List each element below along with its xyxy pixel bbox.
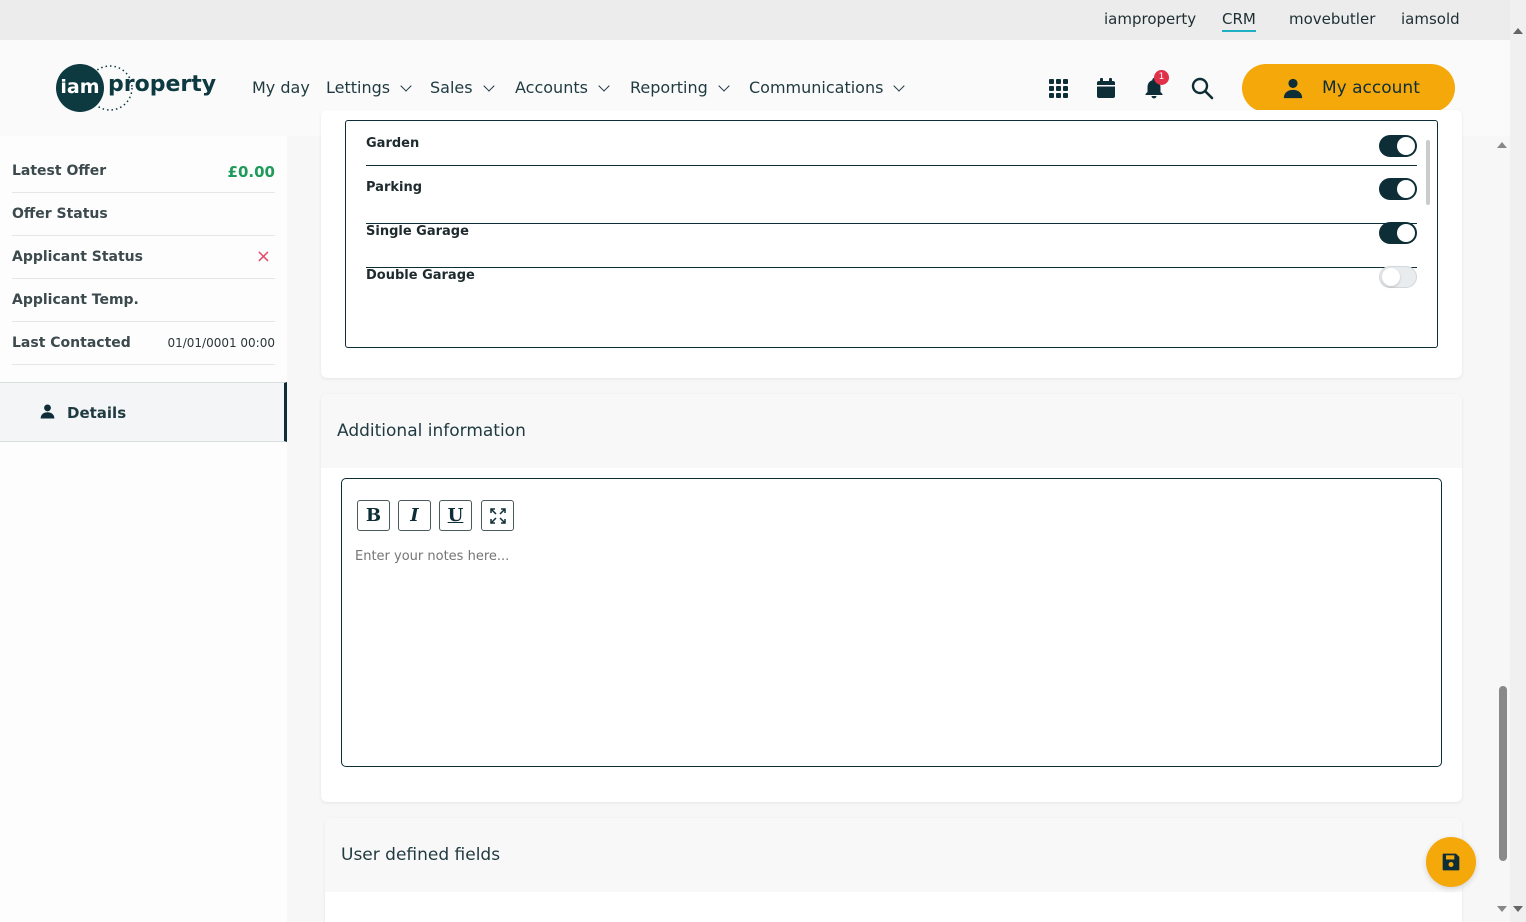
amenity-garden: Garden (366, 135, 1417, 166)
applicant-summary-panel: Latest Offer £0.00 Offer Status Applican… (0, 136, 287, 922)
expand-icon (489, 508, 506, 524)
floppy-disk-icon (1442, 853, 1460, 871)
user-defined-fields-title: User defined fields (341, 845, 501, 865)
double-garage-toggle[interactable] (1379, 266, 1417, 288)
top-link-bar: iamproperty CRM movebutler iamsold (0, 0, 1510, 40)
my-account-button[interactable]: My account (1242, 64, 1455, 112)
cross-icon: × (255, 246, 271, 267)
summary-row-last-contacted: Last Contacted 01/01/0001 00:00 (12, 322, 275, 365)
apps-grid-icon[interactable] (1046, 76, 1070, 100)
calendar-icon[interactable] (1094, 76, 1118, 100)
logo-mark: iam (56, 64, 104, 112)
nav-reporting[interactable]: Reporting (630, 78, 730, 97)
garden-toggle[interactable] (1379, 135, 1417, 157)
notes-editor: B I U (341, 478, 1442, 767)
save-button[interactable] (1426, 837, 1476, 887)
page-scrollbar-thumb[interactable] (1499, 686, 1507, 861)
sidebar-item-details[interactable]: Details (0, 382, 287, 442)
iamproperty-logo[interactable]: iam property (56, 64, 216, 114)
top-link-iamsold[interactable]: iamsold (1401, 10, 1460, 28)
chevron-down-icon (400, 80, 412, 92)
inner-scroll-down-arrow-icon[interactable] (1497, 906, 1507, 912)
italic-button[interactable]: I (398, 500, 431, 531)
single-garage-toggle[interactable] (1379, 222, 1417, 244)
amenity-double-garage: Double Garage (366, 266, 1417, 312)
user-icon (40, 404, 55, 419)
nav-my-day[interactable]: My day (252, 78, 310, 97)
chevron-down-icon (718, 80, 730, 92)
logo-wordmark: property (108, 72, 217, 97)
summary-row-applicant-status: Applicant Status × (12, 236, 275, 279)
scroll-down-arrow-icon[interactable] (1513, 906, 1523, 912)
chevron-down-icon (598, 80, 610, 92)
scroll-up-arrow-icon[interactable] (1513, 28, 1523, 34)
amenity-parking: Parking (366, 178, 1417, 224)
notes-input[interactable] (355, 549, 1425, 564)
summary-row-applicant-temp: Applicant Temp. (12, 279, 275, 322)
top-link-movebutler[interactable]: movebutler (1289, 10, 1375, 28)
nav-communications[interactable]: Communications (749, 78, 906, 97)
search-icon[interactable] (1190, 76, 1214, 100)
latest-offer-value: £0.00 (227, 163, 275, 181)
underline-button[interactable]: U (439, 500, 472, 531)
fullscreen-button[interactable] (481, 500, 514, 531)
user-defined-fields-card: User defined fields (325, 818, 1462, 922)
amenities-scrollbar[interactable] (1426, 140, 1430, 205)
parking-toggle[interactable] (1379, 178, 1417, 200)
nav-lettings[interactable]: Lettings (326, 78, 412, 97)
inner-scroll-up-arrow-icon[interactable] (1497, 142, 1507, 148)
top-link-iamproperty[interactable]: iamproperty (1104, 10, 1196, 28)
nav-accounts[interactable]: Accounts (515, 78, 610, 97)
bold-button[interactable]: B (357, 500, 390, 531)
summary-row-latest-offer: Latest Offer £0.00 (12, 150, 275, 193)
page-scrollbar-track[interactable] (1510, 0, 1526, 922)
user-icon (1283, 78, 1303, 99)
nav-sales[interactable]: Sales (430, 78, 495, 97)
last-contacted-value: 01/01/0001 00:00 (167, 336, 275, 350)
notification-badge: 1 (1154, 70, 1169, 85)
amenity-single-garage: Single Garage (366, 222, 1417, 268)
chevron-down-icon (482, 80, 495, 92)
additional-information-title: Additional information (337, 421, 526, 441)
chevron-down-icon (893, 80, 906, 92)
summary-row-offer-status: Offer Status (12, 193, 275, 236)
top-link-crm[interactable]: CRM (1222, 10, 1256, 32)
